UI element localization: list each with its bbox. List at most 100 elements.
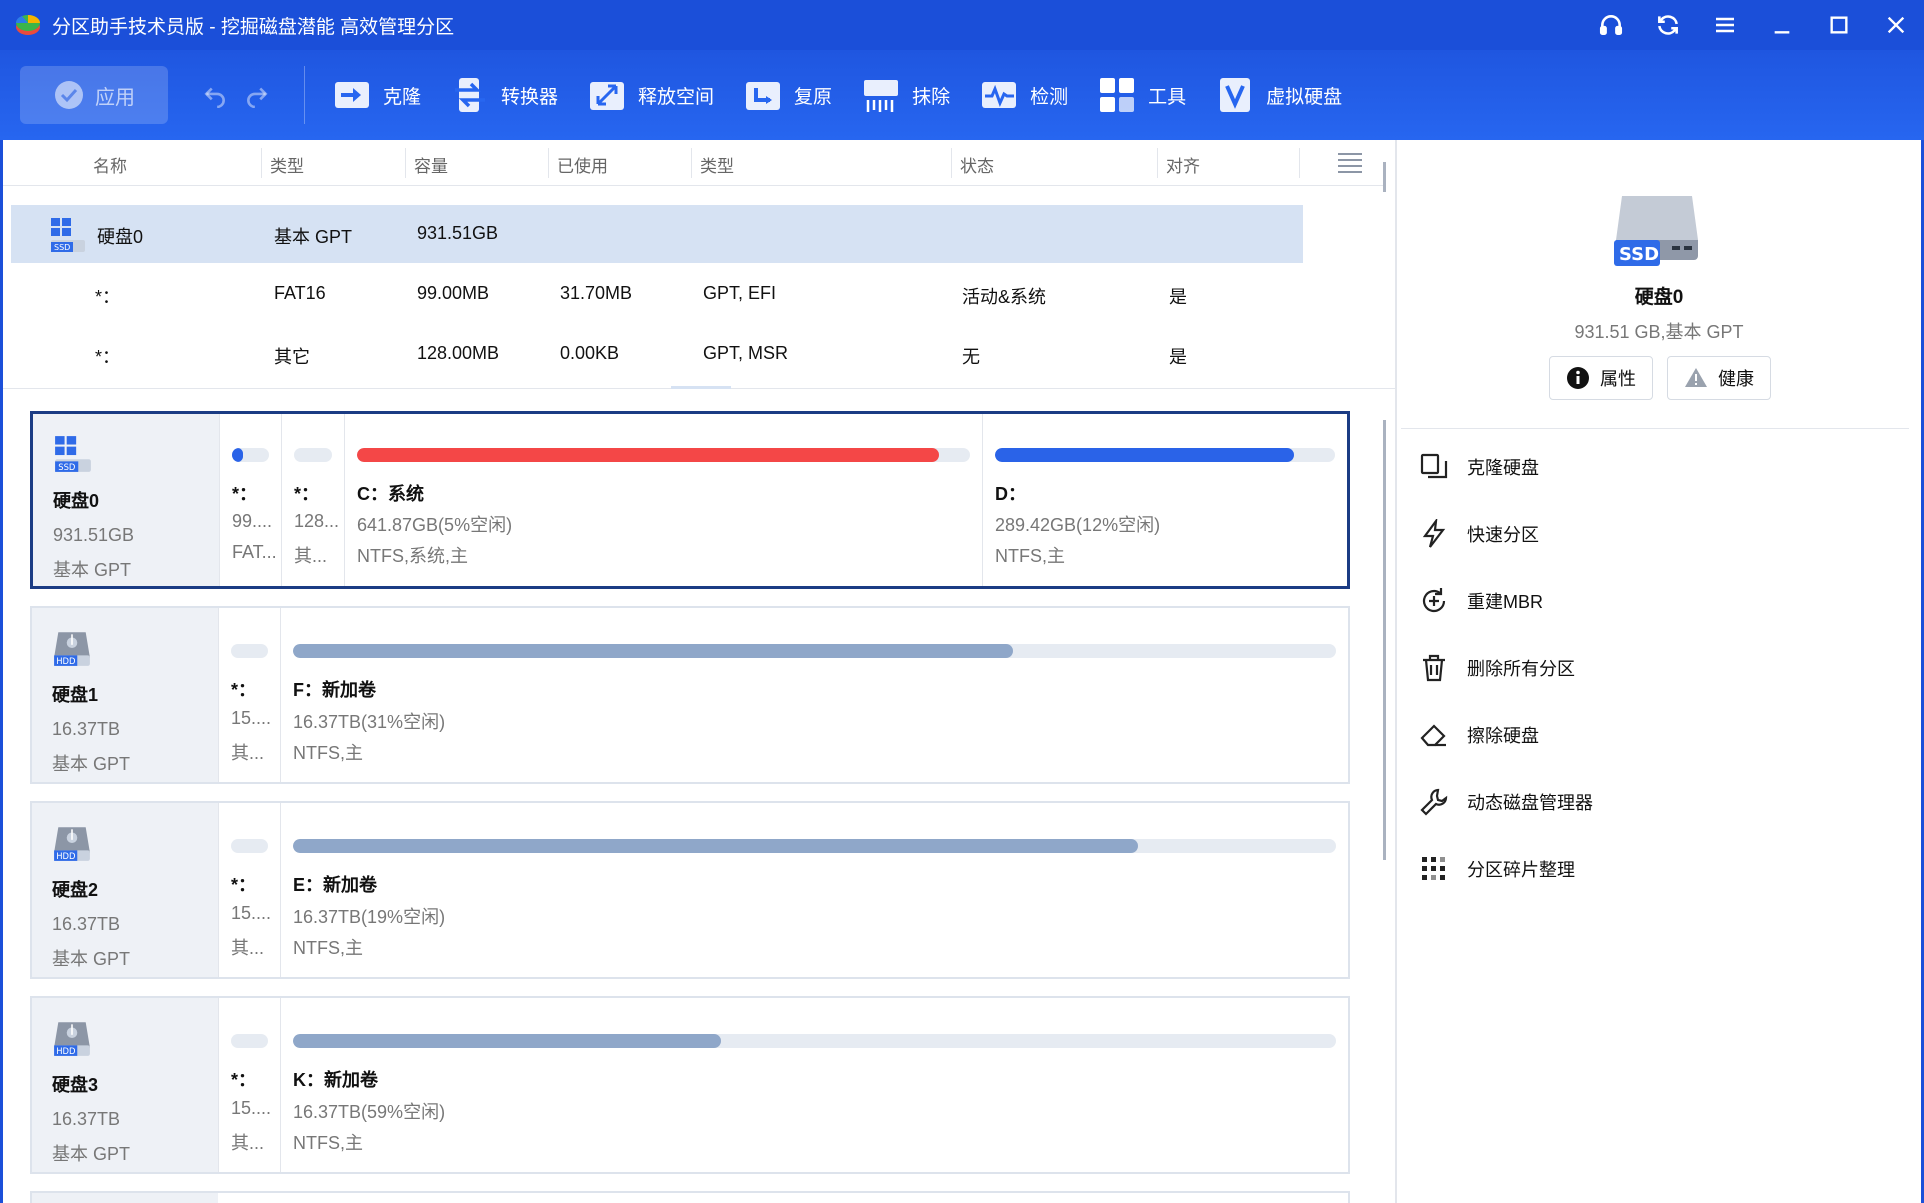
wipe-disk-action[interactable]: 擦除硬盘 <box>1419 720 1539 750</box>
partition-label: *： <box>231 1070 257 1090</box>
pane-resize-handle[interactable] <box>671 386 731 389</box>
window-title: 分区助手技术员版 - 挖掘磁盘潜能 高效管理分区 <box>52 16 455 38</box>
clone-disk-action[interactable]: 克隆硬盘 <box>1419 452 1539 482</box>
partition-block[interactable]: E：新加卷 16.37TB(19%空闲) NTFS,主 <box>280 803 1348 977</box>
table-row[interactable]: *： 其它 128.00MB 0.00KB GPT, MSR 无 是 <box>11 325 1303 383</box>
recover-label: 复原 <box>794 86 833 108</box>
partition-block[interactable]: K：新加卷 16.37TB(59%空闲) NTFS,主 <box>280 998 1348 1172</box>
virtual-disk-button[interactable]: 虚拟硬盘 <box>1216 76 1342 114</box>
hdd-disk-icon: HDD <box>54 827 90 861</box>
partition-block[interactable]: C：系统 641.87GB(5%空闲) NTFS,系统,主 <box>344 414 982 586</box>
close-icon[interactable] <box>1867 0 1924 50</box>
partition-fs: 其... <box>294 546 328 566</box>
row-type: 其它 <box>274 347 310 367</box>
partition-block[interactable]: *： 99.... FAT... <box>219 414 281 586</box>
partition-size: 16.37TB(19%空闲) <box>293 907 446 927</box>
clone-button[interactable]: 克隆 <box>333 76 421 114</box>
delete-all-partitions-action[interactable]: 删除所有分区 <box>1419 653 1575 683</box>
partition-block[interactable]: *： 128... 其... <box>281 414 344 586</box>
partition-block[interactable]: *： 15.... 其... <box>218 803 280 977</box>
partition-block[interactable]: F：新加卷 16.37TB(31%空闲) NTFS,主 <box>280 608 1348 782</box>
free-space-icon <box>590 82 625 110</box>
convert-button[interactable]: 转换器 <box>451 76 558 114</box>
tools-button[interactable]: 工具 <box>1098 76 1186 114</box>
row-used: 31.70MB <box>560 283 633 303</box>
row-partition-type: GPT, EFI <box>703 283 777 303</box>
row-name: 硬盘0 <box>97 227 144 247</box>
undo-icon[interactable] <box>202 82 228 108</box>
partition-block[interactable]: *： 15.... 其... <box>218 998 280 1172</box>
apply-button[interactable]: 应用 <box>20 66 168 124</box>
health-button[interactable]: 健康 <box>1667 356 1771 400</box>
partition-fs: NTFS,主 <box>293 938 363 958</box>
disk-card[interactable]: HDD 硬盘2 16.37TB 基本 GPT *： 15.... 其... E：… <box>30 801 1350 979</box>
column-header-used[interactable]: 已使用 <box>557 152 608 177</box>
disk-card-info[interactable]: SSD 硬盘0 931.51GB 基本 GPT <box>33 414 219 586</box>
disk-card[interactable] <box>30 1191 1350 1203</box>
disk-card-info[interactable]: HDD 硬盘1 16.37TB 基本 GPT <box>32 608 218 782</box>
detect-button[interactable]: 检测 <box>980 76 1068 114</box>
ssd-disk-icon: SSD <box>51 218 85 252</box>
column-separator <box>951 148 952 178</box>
ssd-disk-icon: SSD <box>55 436 91 472</box>
column-separator <box>1299 148 1300 178</box>
row-align: 是 <box>1169 347 1187 367</box>
column-settings-icon[interactable] <box>1338 152 1362 174</box>
disk-card-info[interactable]: HDD 硬盘2 16.37TB 基本 GPT <box>32 803 218 977</box>
table-row[interactable]: SSD 硬盘0 基本 GPT 931.51GB <box>11 205 1303 263</box>
partition-usage-bar <box>995 448 1335 462</box>
row-status: 无 <box>962 347 980 367</box>
free-space-button[interactable]: 释放空间 <box>588 76 714 114</box>
properties-button[interactable]: 属性 <box>1549 356 1653 400</box>
list-scrollbar[interactable] <box>1383 162 1386 192</box>
wipe-button[interactable]: 抹除 <box>862 76 950 114</box>
table-row[interactable]: *： FAT16 99.00MB 31.70MB GPT, EFI 活动&系统 … <box>11 265 1303 323</box>
disk-card[interactable]: HDD 硬盘1 16.37TB 基本 GPT *： 15.... 其... F：… <box>30 606 1350 784</box>
quick-partition-action[interactable]: 快速分区 <box>1419 519 1539 549</box>
partition-usage-fill <box>293 839 1138 853</box>
menu-icon[interactable] <box>1696 0 1753 50</box>
column-header-status[interactable]: 状态 <box>960 152 994 177</box>
disk-map-scrollbar[interactable] <box>1383 420 1386 860</box>
partition-usage-bar <box>357 448 970 462</box>
headset-icon[interactable] <box>1582 0 1639 50</box>
toolbar: 应用 克隆 转换器 释放空间 复原 抹除 检测 工具 虚拟硬盘 <box>0 50 1924 140</box>
disk-size: 16.37TB <box>52 719 121 739</box>
partition-usage-fill <box>357 448 940 462</box>
column-header-capacity[interactable]: 容量 <box>414 152 448 177</box>
partition-size: 16.37TB(31%空闲) <box>293 712 446 732</box>
recover-button[interactable]: 复原 <box>744 76 832 114</box>
column-header-partition-type[interactable]: 类型 <box>700 152 734 177</box>
partition-usage-bar <box>231 1034 268 1048</box>
refresh-icon[interactable] <box>1639 0 1696 50</box>
partition-usage-bar <box>294 448 332 462</box>
defrag-icon <box>1422 857 1445 880</box>
maximize-icon[interactable] <box>1810 0 1867 50</box>
wipe-icon <box>864 80 899 112</box>
virtual-disk-icon <box>1220 78 1251 112</box>
row-capacity: 99.00MB <box>417 283 490 303</box>
dynamic-disk-manager-action[interactable]: 动态磁盘管理器 <box>1419 787 1593 817</box>
column-header-name[interactable]: 名称 <box>93 152 127 177</box>
disk-card-info[interactable] <box>32 1193 218 1203</box>
partition-usage-fill <box>293 644 1013 658</box>
column-header-align[interactable]: 对齐 <box>1166 152 1200 177</box>
defrag-action[interactable]: 分区碎片整理 <box>1419 854 1575 884</box>
disk-card-info[interactable]: HDD 硬盘3 16.37TB 基本 GPT <box>32 998 218 1172</box>
minimize-icon[interactable] <box>1753 0 1810 50</box>
disk-name: 硬盘3 <box>52 1075 99 1095</box>
disk-card[interactable]: HDD 硬盘3 16.37TB 基本 GPT *： 15.... 其... K：… <box>30 996 1350 1174</box>
eraser-icon <box>1420 724 1446 747</box>
disk-size: 931.51GB <box>53 525 135 545</box>
detect-icon <box>982 82 1017 108</box>
partition-block[interactable]: D： 289.42GB(12%空闲) NTFS,主 <box>982 414 1347 586</box>
disk-card[interactable]: SSD 硬盘0 931.51GB 基本 GPT *： 99.... FAT...… <box>30 411 1350 589</box>
partition-label: *： <box>294 484 320 504</box>
column-separator <box>261 148 262 178</box>
rebuild-mbr-action[interactable]: 重建MBR <box>1419 586 1543 616</box>
partition-block[interactable]: *： 15.... 其... <box>218 608 280 782</box>
redo-icon[interactable] <box>244 82 270 108</box>
partition-size: 128... <box>294 511 340 531</box>
column-header-type[interactable]: 类型 <box>270 152 304 177</box>
partition-size: 15.... <box>231 708 272 728</box>
